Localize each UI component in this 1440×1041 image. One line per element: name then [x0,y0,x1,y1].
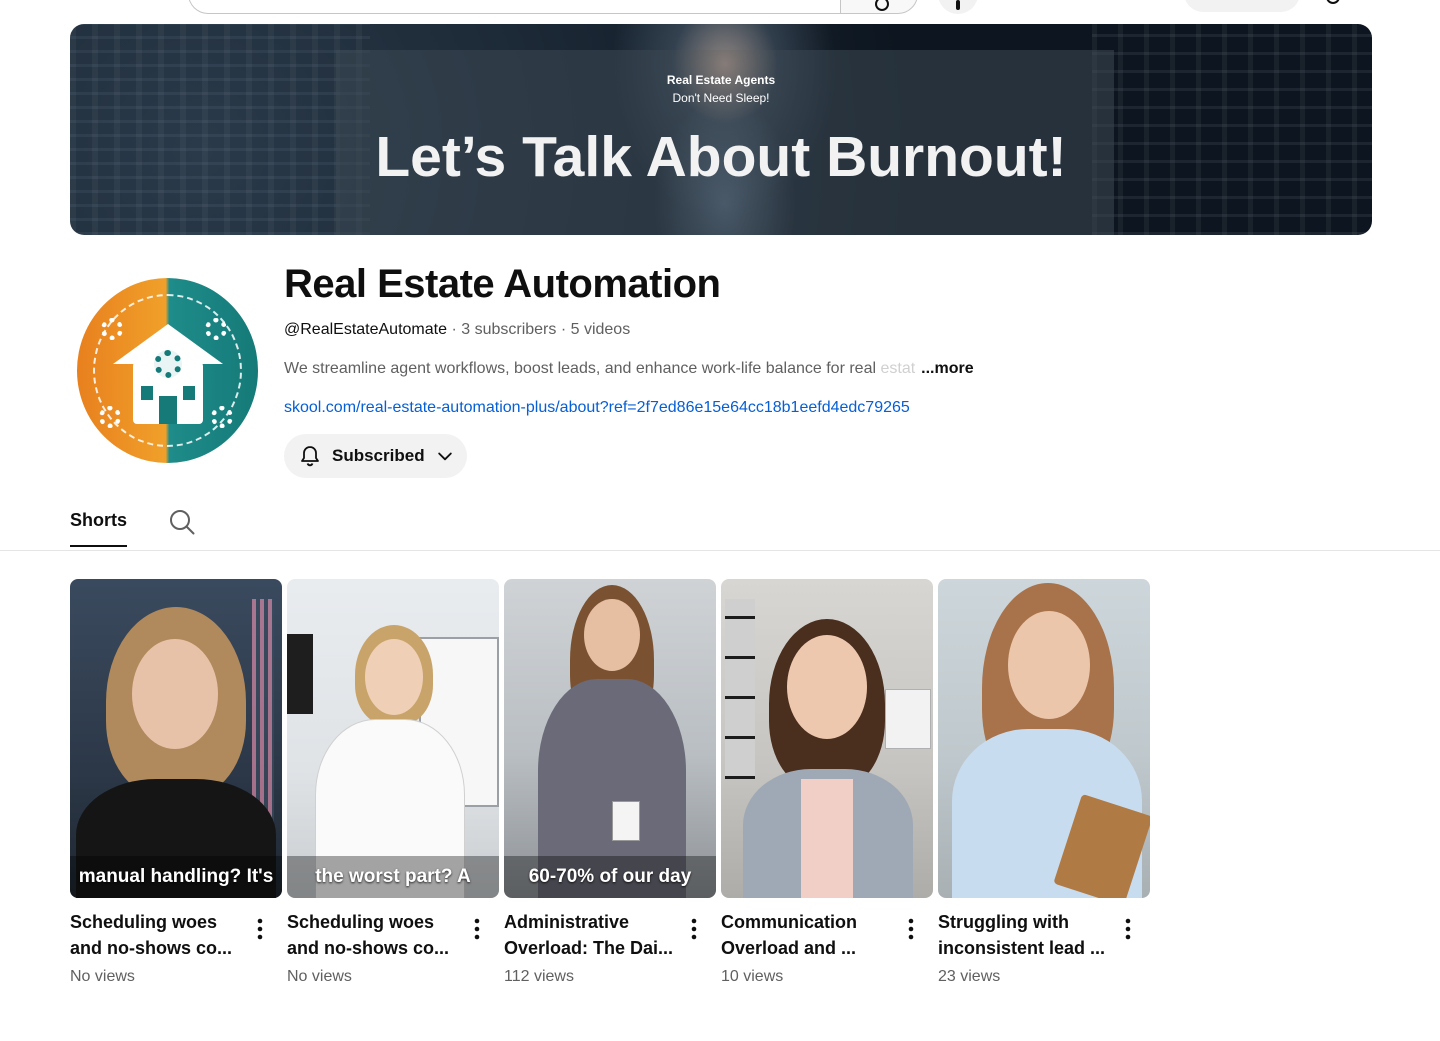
more-vert-icon[interactable] [903,916,919,942]
thumbnail-badge [612,801,640,841]
channel-link[interactable]: skool.com/real-estate-automation-plus/ab… [284,399,910,417]
short-title-line: Scheduling woes [287,912,435,932]
short-views: No views [287,968,352,985]
short-title[interactable]: Communication Overload and ... [721,909,901,961]
description-more-link[interactable]: ...more [921,360,973,377]
more-vert-icon[interactable] [252,916,268,942]
house-window [183,386,195,400]
short-title-line: Struggling with [938,912,1069,932]
subscriber-count: 3 subscribers [461,321,557,338]
short-views: No views [70,968,135,985]
short-title-line: inconsistent lead ... [938,938,1106,958]
description-text: We streamline agent workflows, boost lea… [284,360,881,377]
short-thumbnail[interactable] [938,579,1150,898]
short-card[interactable]: Struggling with inconsistent lead ... 23… [938,579,1150,985]
channel-banner: Real Estate Agents Don't Need Sleep! Let… [70,24,1372,235]
notifications-icon[interactable] [1326,0,1340,4]
thumbnail-face [787,635,867,739]
top-header [0,0,1440,16]
short-views: 112 views [504,968,574,985]
banner-tagline-2: Don't Need Sleep! [672,91,770,105]
thumbnail-face [132,639,218,749]
thumbnail-shirt [801,779,853,898]
channel-avatar[interactable] [77,278,258,463]
banner-headline: Let’s Talk About Burnout! [375,125,1067,189]
thumbnail-face [1008,611,1090,719]
short-card[interactable]: Communication Overload and ... 10 views [721,579,933,985]
video-count: 5 videos [570,321,631,338]
short-title-line: and no-shows co... [70,938,233,958]
chevron-down-icon [437,452,452,461]
short-thumbnail[interactable] [721,579,933,898]
short-card[interactable]: the worst part? A Scheduling woes and no… [287,579,499,985]
center-gear-icon [154,350,182,378]
meta-separator: · [556,321,571,338]
thumbnail-face [365,639,423,715]
short-title-line: Administrative [504,912,630,932]
more-vert-icon[interactable] [1120,916,1136,942]
description-faded-text: estat [880,360,916,377]
channel-tabs: Shorts [0,496,1440,551]
thumbnail-screen [885,689,931,749]
channel-name: Real Estate Automation [284,262,721,306]
short-title-line: Overload and ... [721,938,857,958]
short-title-line: Scheduling woes [70,912,218,932]
search-button[interactable] [840,0,918,14]
short-title[interactable]: Administrative Overload: The Dai... [504,909,684,961]
short-title-line: and no-shows co... [287,938,450,958]
thumbnail-face [584,599,640,671]
short-thumbnail[interactable]: 60-70% of our day [504,579,716,898]
short-card[interactable]: manual handling? It's Scheduling woes an… [70,579,282,985]
voice-search-button[interactable] [938,0,978,14]
short-thumbnail[interactable]: manual handling? It's [70,579,282,898]
meta-separator: · [447,321,462,338]
banner-tagline-1: Real Estate Agents [666,73,776,87]
gear-icon [99,406,121,428]
channel-meta: @RealEstateAutomate · 3 subscribers · 5 … [284,321,630,339]
short-title[interactable]: Struggling with inconsistent lead ... [938,909,1118,961]
short-views: 10 views [721,968,784,985]
thumbnail-decor [287,634,313,714]
short-views: 23 views [938,968,1001,985]
short-caption: manual handling? It's [70,856,282,898]
more-vert-icon[interactable] [469,916,485,942]
short-title[interactable]: Scheduling woes and no-shows co... [287,909,467,961]
tab-shorts[interactable]: Shorts [70,510,128,547]
short-caption: 60-70% of our day [504,856,716,898]
channel-description[interactable]: We streamline agent workflows, boost lea… [284,360,974,378]
short-title-line: Overload: The Dai... [504,938,674,958]
search-icon [875,0,889,11]
thumbnail-decor [725,599,755,779]
channel-handle: @RealEstateAutomate [284,321,447,338]
short-title[interactable]: Scheduling woes and no-shows co... [70,909,250,961]
gear-icon [211,406,233,428]
subscribed-button[interactable]: Subscribed [284,434,467,478]
house-window [141,386,153,400]
short-thumbnail[interactable]: the worst part? A [287,579,499,898]
subscribed-label: Subscribed [332,446,425,465]
shorts-grid: manual handling? It's Scheduling woes an… [70,579,1160,999]
search-input[interactable] [188,0,842,14]
more-vert-icon[interactable] [686,916,702,942]
bell-icon [301,446,319,467]
short-title-line: Communication [721,912,858,932]
short-caption: the worst part? A [287,856,499,898]
create-button[interactable] [1184,0,1300,12]
short-card[interactable]: 60-70% of our day Administrative Overloa… [504,579,716,985]
house-door [159,396,177,424]
search-icon[interactable] [168,508,196,536]
